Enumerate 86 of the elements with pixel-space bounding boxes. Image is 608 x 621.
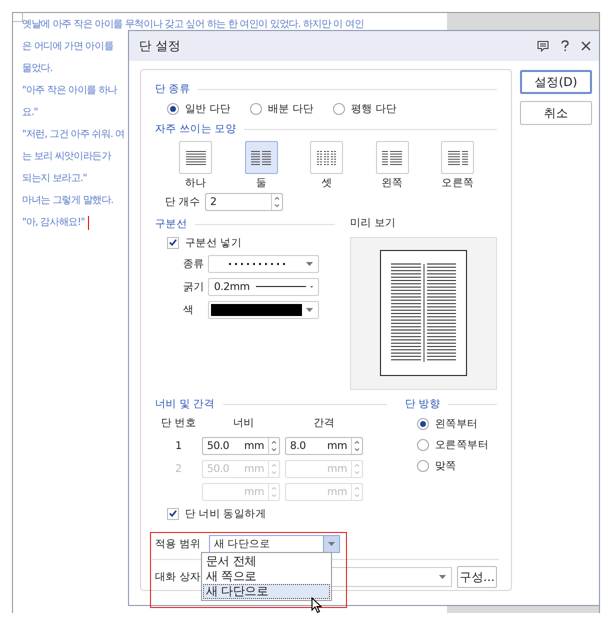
- radio-label[interactable]: 왼쪽부터: [435, 416, 478, 430]
- section-title: 너비 및 간격: [155, 397, 215, 411]
- section-title: 단 방향: [405, 397, 440, 411]
- row-number: 2: [174, 462, 183, 474]
- field-label: 굵기: [183, 280, 206, 294]
- help-icon[interactable]: [561, 40, 569, 52]
- field-label: 색: [183, 302, 195, 316]
- field-label: 적용 범위: [155, 537, 201, 551]
- radio-label[interactable]: 오른쪽부터: [435, 438, 489, 452]
- dotted-line-icon: [228, 262, 288, 266]
- checkbox[interactable]: [167, 236, 179, 248]
- layout-preset-button[interactable]: [179, 141, 212, 174]
- dropdown-arrow-icon[interactable]: [306, 308, 313, 312]
- layout-preset-button[interactable]: [244, 141, 278, 174]
- text-line: 물었다.: [22, 62, 52, 76]
- radio-label[interactable]: 일반 다단: [185, 102, 231, 116]
- layout-preset-button[interactable]: [310, 141, 344, 174]
- radio-button[interactable]: [167, 102, 179, 114]
- radio-button[interactable]: [417, 438, 429, 450]
- section-title: 자주 쓰이는 모양: [155, 122, 236, 136]
- dropdown-arrow-icon[interactable]: [306, 262, 313, 266]
- dropdown-option[interactable]: 새 다단으로: [203, 584, 330, 599]
- column-layout-icon: [186, 150, 206, 166]
- column-count-field[interactable]: 2: [205, 193, 284, 211]
- spacing-field[interactable]: 8.0 mm: [285, 436, 363, 454]
- field-label: 단 개수: [165, 195, 200, 209]
- radio-button[interactable]: [333, 102, 345, 114]
- preset-label: 오른쪽: [442, 176, 474, 190]
- section-title: 단 종류: [155, 82, 190, 96]
- checkbox-label[interactable]: 구분선 넣기: [185, 236, 242, 250]
- spin-arrows-icon[interactable]: [271, 194, 282, 210]
- checkbox-label[interactable]: 단 너비 동일하게: [185, 506, 266, 520]
- solid-line-icon: [256, 285, 306, 288]
- text-line: "아주 작은 아이를 하나: [22, 84, 118, 98]
- dropdown-arrow-icon[interactable]: [328, 542, 335, 546]
- column-layout-icon: [251, 150, 272, 166]
- dropdown-arrow-icon[interactable]: [310, 284, 313, 288]
- ok-button[interactable]: 설정(D): [520, 70, 592, 94]
- preset-label: 셋: [321, 176, 332, 190]
- radio-label[interactable]: 평행 다단: [351, 102, 397, 116]
- configure-button[interactable]: 구성...: [457, 566, 497, 588]
- preset-label: 왼쪽: [382, 176, 403, 190]
- text-line: 은 어디에 가면 아이를: [22, 40, 114, 54]
- radio-label[interactable]: 배분 다단: [268, 102, 314, 116]
- spin-arrows-icon[interactable]: [351, 438, 362, 454]
- column-layout-icon: [448, 150, 468, 166]
- text-line: 마녀는 그렇게 말했다.: [22, 194, 114, 208]
- column-layout-icon: [316, 150, 337, 166]
- checkbox[interactable]: [167, 508, 179, 520]
- section-title: 구분선: [155, 217, 188, 231]
- column-header: 간격: [312, 416, 336, 430]
- radio-button[interactable]: [417, 418, 429, 430]
- dropdown-option[interactable]: 새 쪽으로: [203, 569, 330, 584]
- cancel-button[interactable]: 취소: [520, 101, 592, 125]
- text-line: "아, 감사해요!": [22, 216, 85, 230]
- preset-label: 둘: [256, 176, 267, 190]
- column-layout-icon: [382, 150, 402, 166]
- text-line: 옛날에 아주 작은 아이를 무척이나 갖고 싶어 하는 한 여인이 있었다. 하지만 이 여인: [22, 18, 364, 32]
- line-width-dropdown[interactable]: 0.2mm: [208, 278, 319, 296]
- radio-button[interactable]: [417, 460, 429, 472]
- apply-scope-dropdown[interactable]: 새 다단으로: [208, 535, 340, 553]
- radio-label[interactable]: 맞쪽: [435, 458, 456, 472]
- spin-arrows-icon[interactable]: [268, 438, 279, 454]
- text-cursor: [88, 216, 89, 230]
- text-line: 는 보리 씨앗이라든가: [22, 150, 111, 164]
- line-type-dropdown[interactable]: [208, 254, 319, 272]
- field-label: 종류: [183, 256, 206, 270]
- radio-button[interactable]: [250, 102, 262, 114]
- text-line: 되는지 보라고.": [22, 172, 87, 186]
- text-line: "저런, 그건 아주 쉬워. 여: [22, 128, 124, 142]
- field-label: 대화 상자: [155, 570, 201, 584]
- preset-label: 하나: [185, 176, 206, 190]
- section-title: 미리 보기: [350, 216, 397, 231]
- close-icon[interactable]: [581, 41, 591, 51]
- line-color-dropdown[interactable]: [208, 300, 319, 318]
- dropdown-option[interactable]: 문서 전체: [203, 554, 330, 569]
- column-header: 너비: [232, 416, 256, 430]
- column-header: 단 번호: [160, 416, 198, 430]
- text-line: 요.": [22, 106, 38, 120]
- dialog-title: 단 설정: [139, 38, 182, 54]
- comment-icon[interactable]: [537, 40, 549, 52]
- width-field[interactable]: 50.0 mm: [202, 436, 280, 454]
- row-number: 1: [174, 440, 183, 452]
- dropdown-arrow-icon[interactable]: [439, 575, 446, 579]
- layout-preset-button[interactable]: [441, 141, 474, 174]
- layout-preset-button[interactable]: [376, 141, 409, 174]
